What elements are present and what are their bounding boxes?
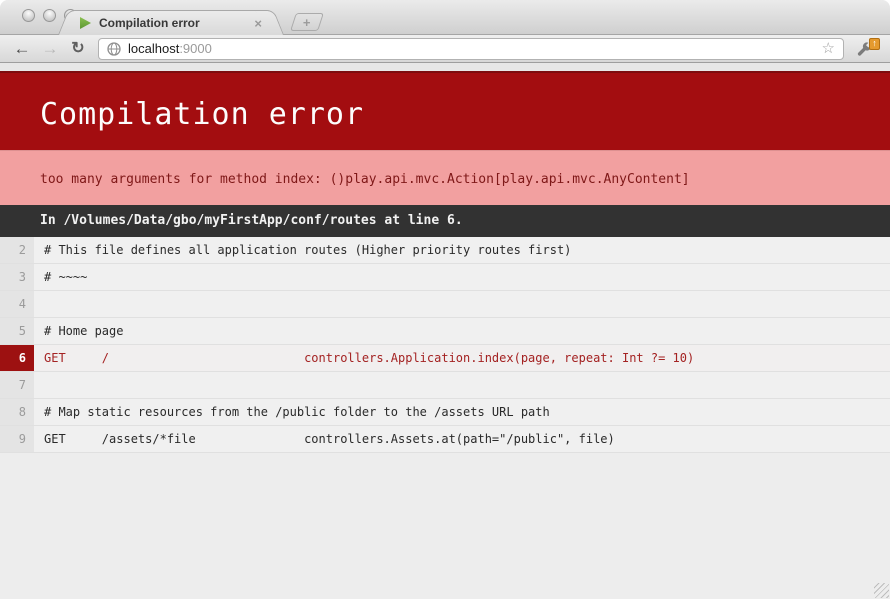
source-line-row: 9 GET /assets/*file controllers.Assets.a… — [0, 426, 890, 453]
source-line-row: 4 — [0, 291, 890, 318]
line-code: # This file defines all application rout… — [34, 237, 890, 263]
update-badge: ↑ — [869, 38, 880, 50]
line-code: # ~~~~ — [34, 264, 890, 290]
window-minimize-button[interactable] — [43, 9, 56, 22]
browser-toolbar: ← → ↻ localhost:9000 ☆ ↑ — [0, 35, 890, 63]
line-code — [34, 372, 890, 398]
address-bar[interactable]: localhost:9000 ☆ — [98, 38, 844, 60]
line-number: 3 — [0, 264, 34, 290]
browser-window: Compilation error × + ← → ↻ localhost:90… — [0, 0, 890, 599]
line-number: 8 — [0, 399, 34, 425]
source-listing: 2 # This file defines all application ro… — [0, 237, 890, 453]
url-host: localhost — [128, 41, 179, 56]
line-number: 9 — [0, 426, 34, 452]
error-header: Compilation error — [0, 71, 890, 150]
line-number: 6 — [0, 345, 34, 371]
play-framework-icon — [78, 16, 92, 30]
window-close-button[interactable] — [22, 9, 35, 22]
tab-title: Compilation error — [99, 16, 254, 30]
url-text[interactable]: localhost:9000 — [128, 41, 212, 56]
resize-grip[interactable] — [874, 583, 889, 598]
error-message-banner: too many arguments for method index: ()p… — [0, 150, 890, 205]
line-code: # Home page — [34, 318, 890, 344]
reload-button[interactable]: ↻ — [66, 41, 90, 57]
source-line-row: 5 # Home page — [0, 318, 890, 345]
source-line-row: 7 — [0, 372, 890, 399]
new-tab-icon: + — [303, 16, 311, 29]
source-line-row: 3 # ~~~~ — [0, 264, 890, 291]
wrench-menu-button[interactable]: ↑ — [854, 38, 880, 60]
source-line-row: 6 GET / controllers.Application.index(pa… — [0, 345, 890, 372]
back-button[interactable]: ← — [10, 40, 34, 57]
forward-button[interactable]: → — [38, 40, 62, 57]
tab-compilation-error[interactable]: Compilation error × — [72, 10, 270, 35]
page-background — [0, 453, 890, 599]
line-number: 5 — [0, 318, 34, 344]
line-number: 2 — [0, 237, 34, 263]
line-code — [34, 291, 890, 317]
line-number: 4 — [0, 291, 34, 317]
source-line-row: 2 # This file defines all application ro… — [0, 237, 890, 264]
new-tab-button[interactable]: + — [290, 13, 324, 31]
url-port: :9000 — [179, 41, 212, 56]
source-line-row: 8 # Map static resources from the /publi… — [0, 399, 890, 426]
line-number: 7 — [0, 372, 34, 398]
line-code: # Map static resources from the /public … — [34, 399, 890, 425]
globe-icon — [107, 42, 121, 56]
bookmark-star-icon[interactable]: ☆ — [822, 41, 835, 56]
toolbar-substrip — [0, 63, 890, 71]
page-title: Compilation error — [40, 97, 890, 132]
tab-close-icon[interactable]: × — [254, 17, 262, 30]
line-code: GET /assets/*file controllers.Assets.at(… — [34, 426, 890, 452]
error-location-bar: In /Volumes/Data/gbo/myFirstApp/conf/rou… — [0, 205, 890, 237]
tab-strip: Compilation error × + — [0, 0, 890, 35]
line-code: GET / controllers.Application.index(page… — [34, 345, 890, 371]
